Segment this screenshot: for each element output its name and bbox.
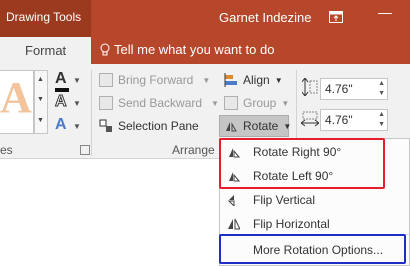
rotate-button-content[interactable]: Rotate ▼ [224, 119, 291, 133]
width-up-icon[interactable]: ▲ [378, 111, 385, 118]
bring-forward-icon [99, 73, 113, 87]
rotate-label: Rotate [243, 119, 279, 133]
group-button[interactable]: Group ▼ [224, 96, 289, 110]
shape-width-input[interactable]: 4.76" ▲ ▼ [320, 109, 388, 131]
align-button[interactable]: Align ▼ [224, 73, 283, 87]
selection-pane-button[interactable]: Selection Pane [99, 119, 199, 133]
text-effects-icon[interactable]: A [55, 116, 67, 134]
bring-forward-label: Bring Forward [118, 73, 194, 87]
menu-item-label: Flip Vertical [253, 193, 316, 207]
menu-item-label: Flip Horizontal [253, 217, 330, 231]
document-title: Garnet Indezine [219, 10, 312, 25]
send-backward-label: Send Backward [118, 96, 203, 110]
flip-vertical-icon [228, 195, 235, 206]
send-backward-dropdown-icon: ▼ [211, 98, 219, 108]
tab-format[interactable]: Format [0, 37, 91, 64]
lightbulb-icon [100, 43, 110, 55]
wordart-sample[interactable]: A [0, 76, 32, 120]
align-icon [224, 73, 237, 87]
rotate-icon [226, 122, 237, 132]
gallery-down-icon[interactable]: ▼ [37, 96, 44, 103]
group-icon [224, 96, 238, 110]
gallery-up-icon[interactable]: ▲ [37, 76, 44, 83]
rotate-dropdown-icon: ▼ [283, 121, 292, 131]
menu-item-flip-vertical[interactable]: Flip Vertical [220, 188, 409, 212]
group-label: Group [243, 96, 277, 110]
flip-horizontal-icon [228, 218, 240, 230]
ribbon-display-options-icon[interactable] [329, 10, 343, 23]
context-tab-label: Drawing Tools [6, 10, 82, 24]
selection-pane-label: Selection Pane [118, 119, 199, 133]
shape-width-value: 4.76" [325, 113, 353, 127]
text-effects-dropdown-icon[interactable]: ▼ [73, 122, 81, 131]
text-fill-icon[interactable]: A [55, 70, 67, 88]
width-icon [301, 111, 319, 127]
align-label: Align [243, 73, 270, 87]
highlight-more-options [219, 234, 406, 264]
text-fill-dropdown-icon[interactable]: ▼ [73, 76, 81, 85]
gallery-more-icon[interactable]: ▼ [37, 117, 44, 124]
minimize-button[interactable]: — [378, 4, 392, 20]
menu-item-flip-horizontal[interactable]: Flip Horizontal [220, 212, 409, 236]
height-up-icon[interactable]: ▲ [378, 80, 385, 87]
height-icon [302, 78, 318, 96]
text-outline-icon[interactable]: A [55, 93, 68, 111]
tell-me-label: Tell me what you want to do [114, 42, 275, 57]
group-dropdown-icon: ▼ [281, 98, 290, 108]
dialog-launcher-icon[interactable] [80, 145, 90, 155]
send-backward-button[interactable]: Send Backward ▼ [99, 96, 219, 110]
tab-format-label: Format [25, 43, 67, 58]
bring-forward-dropdown-icon: ▼ [202, 75, 211, 85]
text-fill-color-bar [55, 88, 69, 92]
send-backward-icon [99, 96, 113, 110]
highlight-rotate-options [219, 138, 385, 189]
width-down-icon[interactable]: ▼ [378, 121, 385, 128]
shape-height-value: 4.76" [325, 82, 353, 96]
wordart-group-label: es [0, 143, 13, 157]
selection-pane-icon [99, 119, 112, 132]
text-outline-dropdown-icon[interactable]: ▼ [73, 99, 81, 108]
bring-forward-button[interactable]: Bring Forward ▼ [99, 73, 210, 87]
context-tab-drawing-tools: Drawing Tools [0, 0, 91, 37]
gallery-scroll[interactable]: ▲ ▼ ▼ [34, 70, 48, 134]
arrange-group-label: Arrange [172, 143, 215, 157]
shape-height-input[interactable]: 4.76" ▲ ▼ [320, 78, 388, 100]
height-down-icon[interactable]: ▼ [378, 90, 385, 97]
tell-me-box[interactable]: Tell me what you want to do [100, 42, 274, 57]
group-separator [91, 70, 92, 156]
align-dropdown-icon: ▼ [274, 75, 283, 85]
